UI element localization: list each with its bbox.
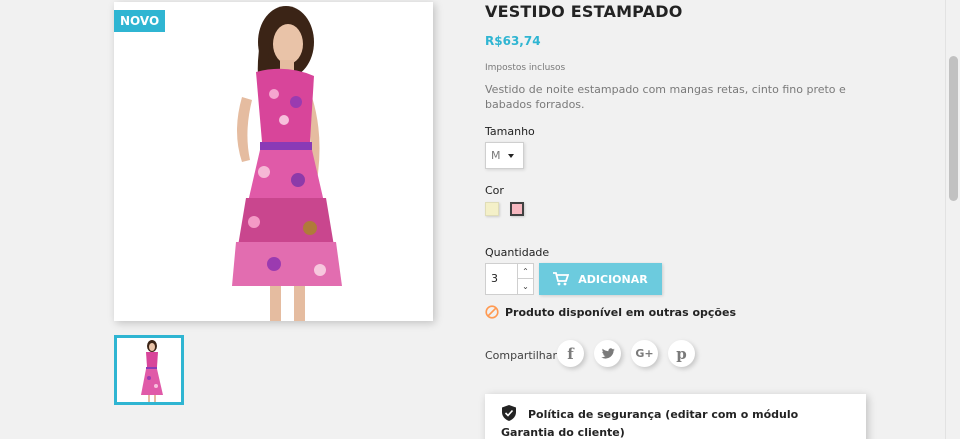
quantity-label: Quantidade — [485, 246, 550, 259]
quantity-increase-button[interactable]: ⌃ — [518, 264, 533, 279]
quantity-stepper: ⌃ ⌄ — [518, 263, 534, 295]
share-label: Compartilhar — [485, 349, 558, 362]
color-swatch-pink[interactable] — [510, 202, 524, 216]
product-price: R$63,74 — [485, 34, 541, 48]
color-label: Cor — [485, 184, 504, 197]
page-scrollbar[interactable] — [945, 0, 960, 439]
twitter-bird-glyph — [600, 347, 615, 359]
dress-photo — [232, 6, 342, 321]
cart-icon — [553, 272, 570, 286]
block-icon — [485, 305, 499, 319]
product-cover-image[interactable]: NOVO — [114, 2, 433, 321]
color-swatch-cream[interactable] — [485, 202, 499, 216]
quantity-decrease-button[interactable]: ⌄ — [518, 279, 533, 294]
size-label: Tamanho — [485, 125, 535, 138]
size-select[interactable]: M — [485, 142, 524, 169]
product-thumbnail[interactable] — [114, 335, 184, 405]
chevron-down-icon — [508, 154, 514, 158]
google-plus-icon[interactable]: G+ — [631, 340, 658, 367]
quantity-input[interactable]: 3 — [485, 263, 518, 295]
size-select-value: M — [491, 149, 501, 162]
pinterest-icon[interactable]: p — [668, 340, 695, 367]
scrollbar-thumb[interactable] — [949, 56, 958, 201]
tax-label: Impostos inclusos — [485, 63, 566, 73]
availability-message: Produto disponível em outras opções — [485, 305, 736, 319]
product-title: VESTIDO ESTAMPADO — [485, 2, 683, 21]
availability-text: Produto disponível em outras opções — [505, 305, 736, 319]
add-to-cart-button[interactable]: ADICIONAR — [539, 263, 662, 295]
product-description: Vestido de noite estampado com mangas re… — [485, 83, 846, 111]
new-flag-badge: NOVO — [114, 10, 166, 32]
add-to-cart-label: ADICIONAR — [578, 272, 648, 286]
facebook-icon[interactable]: f — [557, 340, 584, 367]
thumbnail-photo — [141, 340, 163, 402]
reassurance-text: Política de segurança (editar com o módu… — [501, 408, 799, 439]
reassurance-block: Política de segurança (editar com o módu… — [485, 394, 866, 439]
twitter-icon[interactable] — [594, 340, 621, 367]
